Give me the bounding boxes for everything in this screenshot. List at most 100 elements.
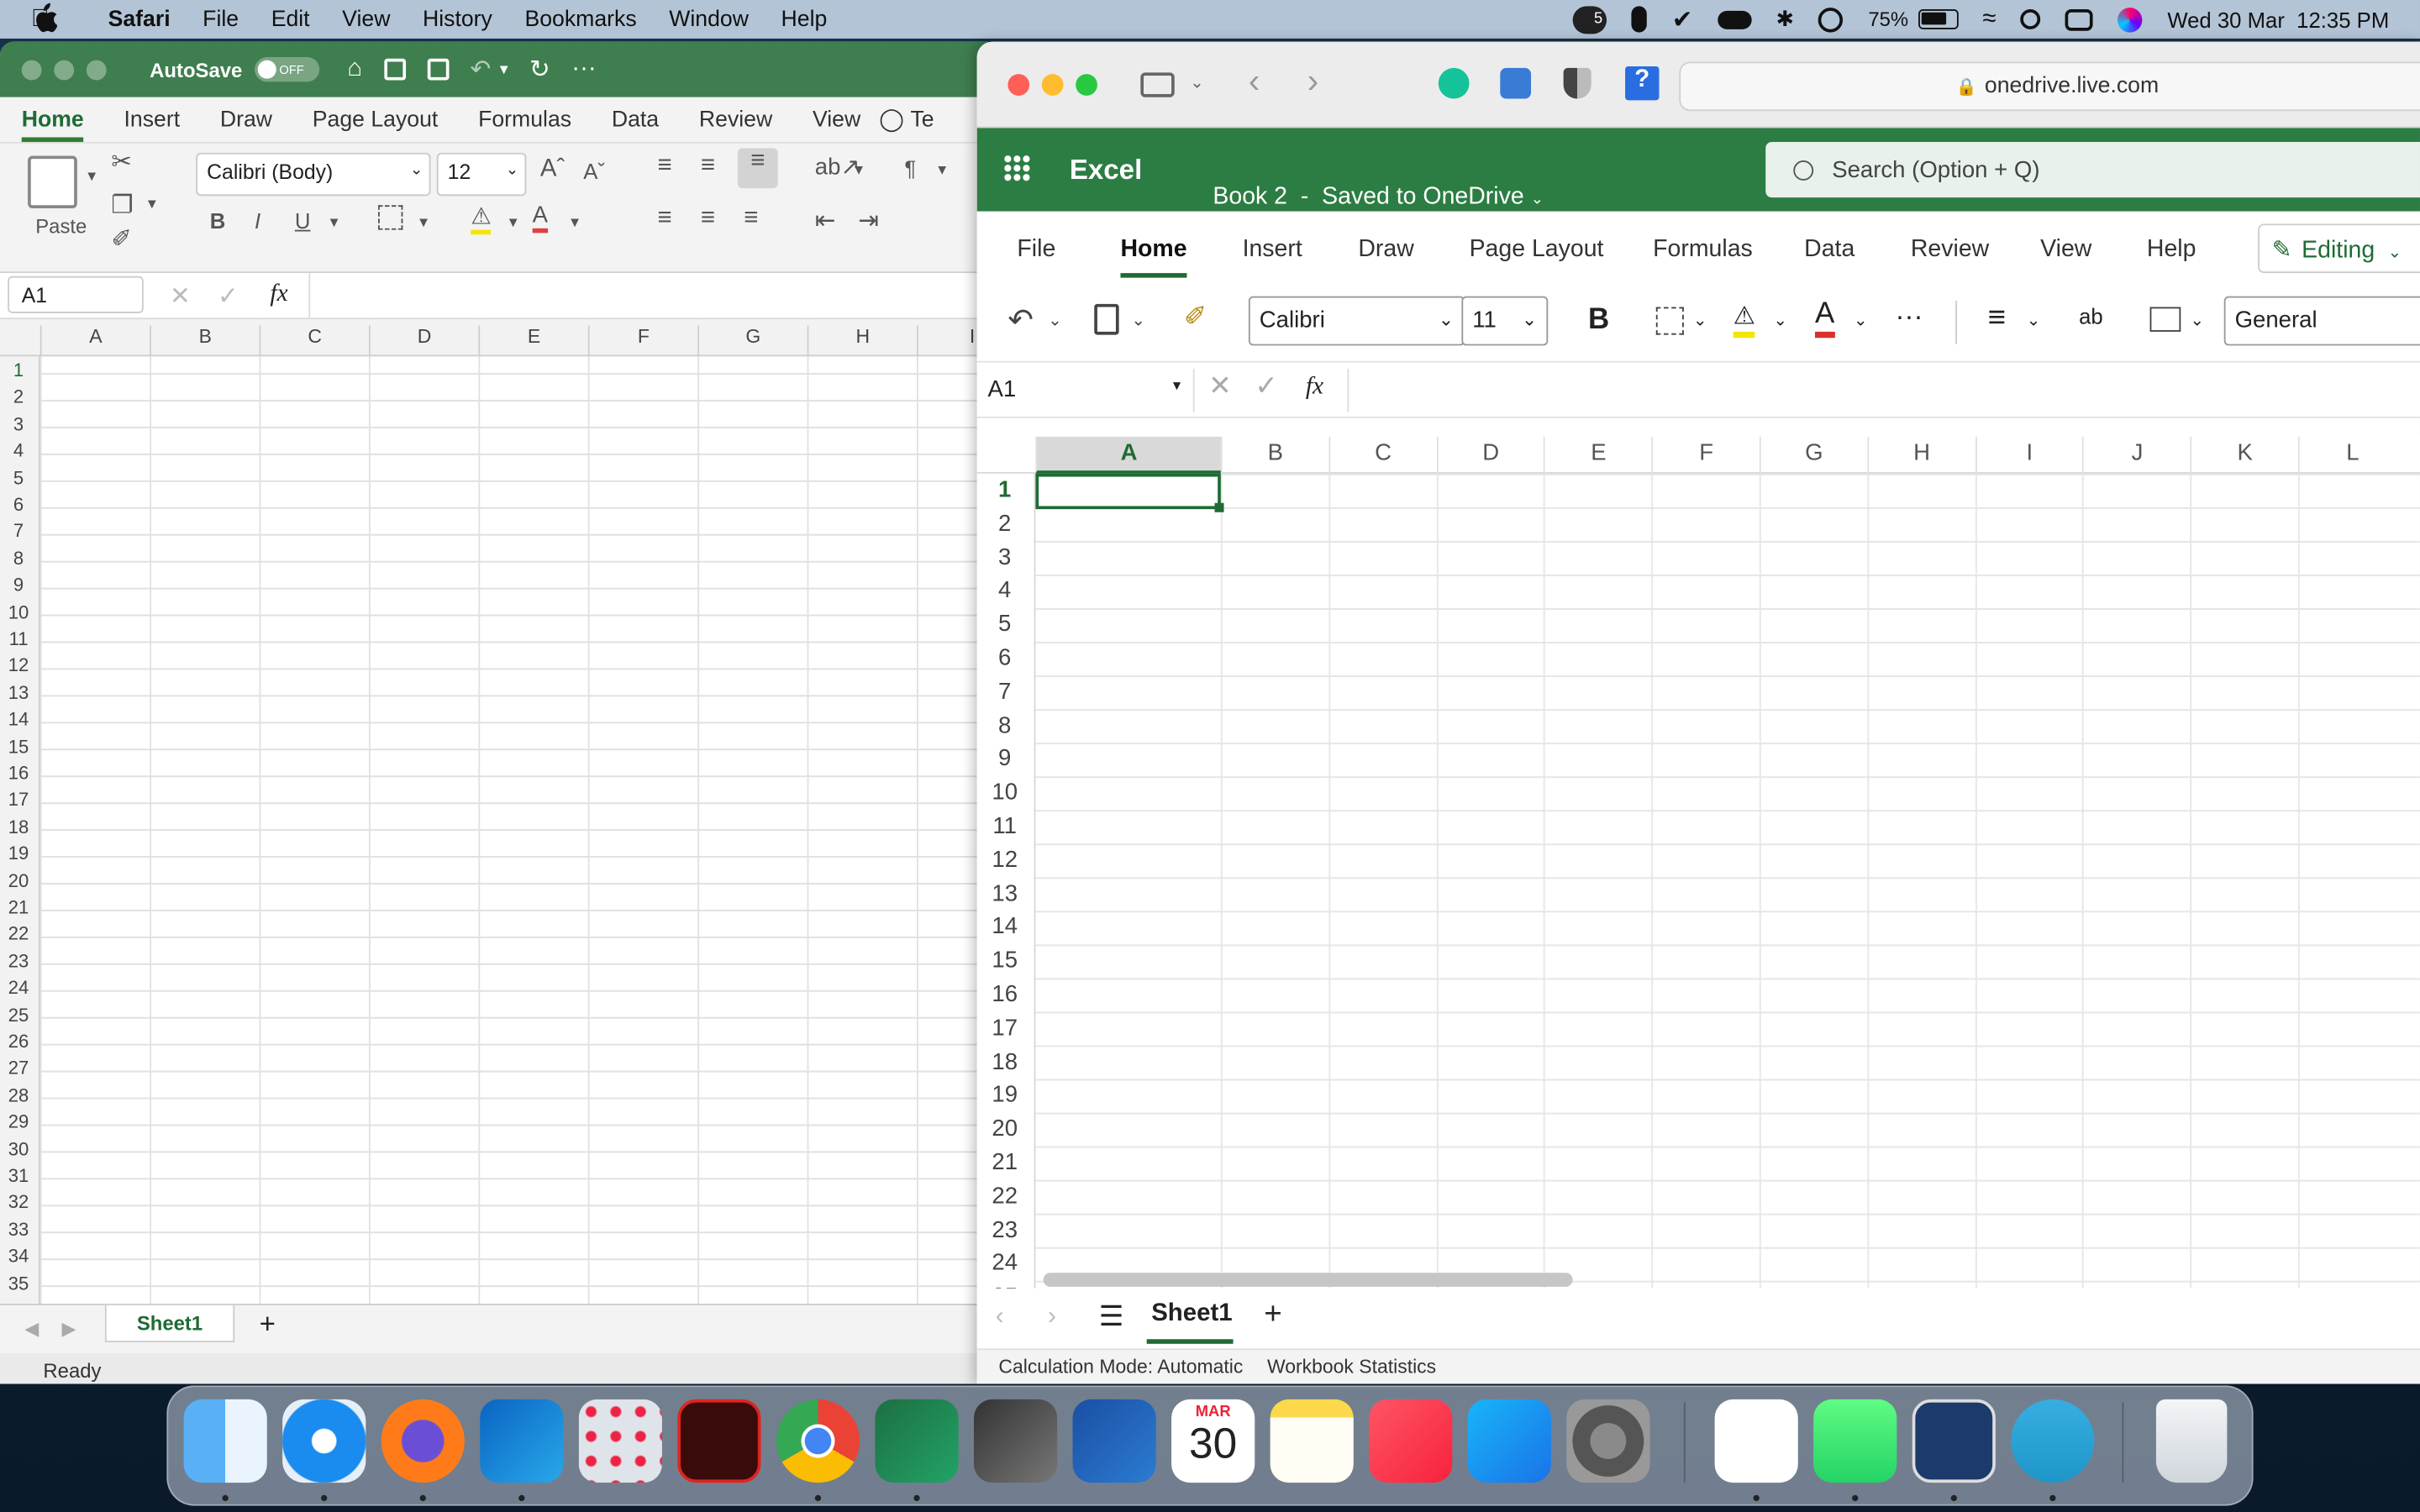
- fill-handle[interactable]: [1214, 502, 1224, 512]
- decrease-indent-icon[interactable]: ⇤: [815, 205, 836, 236]
- row-header[interactable]: 11: [0, 628, 37, 650]
- undo-icon[interactable]: ↶: [471, 54, 492, 85]
- battery-icon[interactable]: [1918, 9, 1958, 29]
- confirm-entry-icon[interactable]: ✓: [218, 281, 239, 312]
- confirm-entry-icon[interactable]: ✓: [1255, 370, 1278, 403]
- format-painter-icon[interactable]: ✐: [111, 223, 132, 255]
- menu-bookmarks[interactable]: Bookmarks: [524, 7, 636, 31]
- help-extension-icon[interactable]: ?: [1625, 66, 1660, 101]
- text-direction-dropdown-icon[interactable]: ▼: [935, 162, 949, 177]
- column-header[interactable]: L: [2297, 436, 2406, 474]
- tab-formulas[interactable]: Formulas: [1653, 236, 1753, 264]
- row-header[interactable]: 6: [977, 645, 1033, 671]
- fill-color-button[interactable]: ⚠: [1733, 301, 1755, 339]
- close-window-button[interactable]: [1007, 74, 1030, 96]
- checkmark-icon[interactable]: ✔: [1672, 4, 1693, 35]
- align-middle-icon[interactable]: ≡: [701, 153, 715, 181]
- row-header[interactable]: 25: [0, 1004, 37, 1026]
- calculator-icon[interactable]: [1912, 1399, 1996, 1483]
- tab-insert[interactable]: Insert: [124, 108, 180, 133]
- mouse-icon[interactable]: [1632, 6, 1648, 33]
- calculation-mode[interactable]: Calculation Mode: Automatic: [998, 1356, 1243, 1378]
- row-header[interactable]: 4: [977, 578, 1033, 604]
- row-header[interactable]: 22: [977, 1183, 1033, 1209]
- align-left-icon[interactable]: ≡: [657, 205, 671, 233]
- system-preferences-icon[interactable]: [1566, 1399, 1650, 1483]
- column-header[interactable]: G: [1759, 436, 1867, 474]
- forward-button[interactable]: ›: [1307, 61, 1318, 102]
- editing-mode-button[interactable]: ✎ Editing ⌄: [2258, 223, 2420, 274]
- column-header[interactable]: B: [1220, 436, 1328, 474]
- column-header[interactable]: A: [39, 325, 150, 357]
- bitwarden-icon[interactable]: [1500, 67, 1532, 99]
- row-header[interactable]: 18: [977, 1048, 1033, 1074]
- prev-sheet-icon[interactable]: ‹: [996, 1304, 1004, 1331]
- row-header[interactable]: 27: [0, 1058, 37, 1079]
- notes-icon[interactable]: [1270, 1399, 1354, 1483]
- increase-font-size-icon[interactable]: Aˆ: [540, 156, 565, 184]
- format-painter-icon[interactable]: ✐: [1184, 301, 1207, 333]
- menu-edit[interactable]: Edit: [271, 7, 310, 31]
- menu-clock[interactable]: Wed 30 Mar 12:35 PM: [2167, 7, 2389, 31]
- font-size-dropdown[interactable]: 12 ⌄: [436, 152, 527, 197]
- font-color-icon[interactable]: A: [532, 202, 549, 234]
- time-machine-icon[interactable]: [1818, 7, 1844, 32]
- column-header[interactable]: K: [2190, 436, 2298, 474]
- sidebar-dropdown-icon[interactable]: ⌄: [1190, 72, 1204, 92]
- desktop-sheet-grid[interactable]: [0, 319, 988, 1335]
- autosave-toggle[interactable]: OFF: [255, 56, 320, 82]
- align-dropdown-icon[interactable]: ⌄: [2027, 310, 2041, 330]
- column-header[interactable]: H: [807, 325, 917, 357]
- onedrive-icon[interactable]: [1714, 1399, 1798, 1483]
- column-header[interactable]: E: [478, 325, 587, 357]
- align-center-icon[interactable]: ≡: [701, 205, 715, 233]
- row-header[interactable]: 17: [977, 1015, 1033, 1041]
- menu-help[interactable]: Help: [781, 7, 828, 31]
- app-store-icon[interactable]: [1467, 1399, 1551, 1483]
- row-header[interactable]: 34: [0, 1246, 37, 1268]
- row-header[interactable]: 7: [0, 521, 37, 543]
- row-header[interactable]: 3: [977, 544, 1033, 570]
- next-sheet-icon[interactable]: ▶: [61, 1318, 76, 1340]
- app-name[interactable]: Excel: [1070, 155, 1142, 187]
- firefox-icon[interactable]: [381, 1399, 465, 1483]
- row-header[interactable]: 23: [977, 1216, 1033, 1242]
- row-header[interactable]: 33: [0, 1219, 37, 1241]
- desktop-add-sheet-button[interactable]: +: [260, 1309, 276, 1341]
- column-header[interactable]: J: [2082, 436, 2190, 474]
- siri-icon[interactable]: [2118, 7, 2143, 32]
- more-options-icon[interactable]: ···: [1896, 301, 1923, 333]
- web-name-box[interactable]: A1 ▾: [983, 369, 1186, 412]
- row-header[interactable]: 13: [977, 880, 1033, 906]
- column-header[interactable]: D: [368, 325, 478, 357]
- paste-dropdown-icon[interactable]: ▼: [85, 168, 98, 183]
- underline-dropdown-icon[interactable]: ▼: [327, 214, 340, 229]
- web-formula-input[interactable]: [1347, 368, 2420, 412]
- next-sheet-icon[interactable]: ›: [1048, 1304, 1056, 1331]
- tab-tell-me[interactable]: Te: [910, 108, 934, 133]
- web-add-sheet-button[interactable]: +: [1264, 1298, 1281, 1333]
- tab-insert[interactable]: Insert: [1243, 236, 1302, 264]
- font-color-dropdown-icon[interactable]: ▼: [568, 214, 581, 229]
- merge-dropdown-icon[interactable]: ⌄: [2190, 310, 2204, 330]
- column-header[interactable]: C: [259, 325, 369, 357]
- fill-color-dropdown-icon[interactable]: ▼: [506, 214, 519, 229]
- row-header[interactable]: 15: [977, 948, 1033, 974]
- tab-data[interactable]: Data: [1804, 236, 1854, 264]
- column-header[interactable]: I: [1975, 436, 2082, 474]
- save-icon[interactable]: [383, 58, 406, 81]
- row-header[interactable]: 2: [0, 386, 37, 408]
- desktop-sheet-tab[interactable]: Sheet1: [104, 1305, 235, 1342]
- row-header[interactable]: 8: [0, 548, 37, 570]
- paste-dropdown-icon[interactable]: ⌄: [1131, 310, 1145, 330]
- copy-icon[interactable]: ❐: [111, 190, 133, 221]
- borders-icon[interactable]: [377, 205, 403, 230]
- web-sheet-tab[interactable]: Sheet1: [1151, 1300, 1232, 1328]
- align-bottom-icon[interactable]: ≡: [737, 148, 778, 189]
- row-header[interactable]: 9: [977, 746, 1033, 772]
- row-header[interactable]: 8: [977, 712, 1033, 738]
- row-header[interactable]: 13: [0, 681, 37, 703]
- align-button[interactable]: ≡: [1988, 301, 2006, 336]
- row-header[interactable]: 17: [0, 789, 37, 811]
- copy-dropdown-icon[interactable]: ▼: [145, 196, 159, 211]
